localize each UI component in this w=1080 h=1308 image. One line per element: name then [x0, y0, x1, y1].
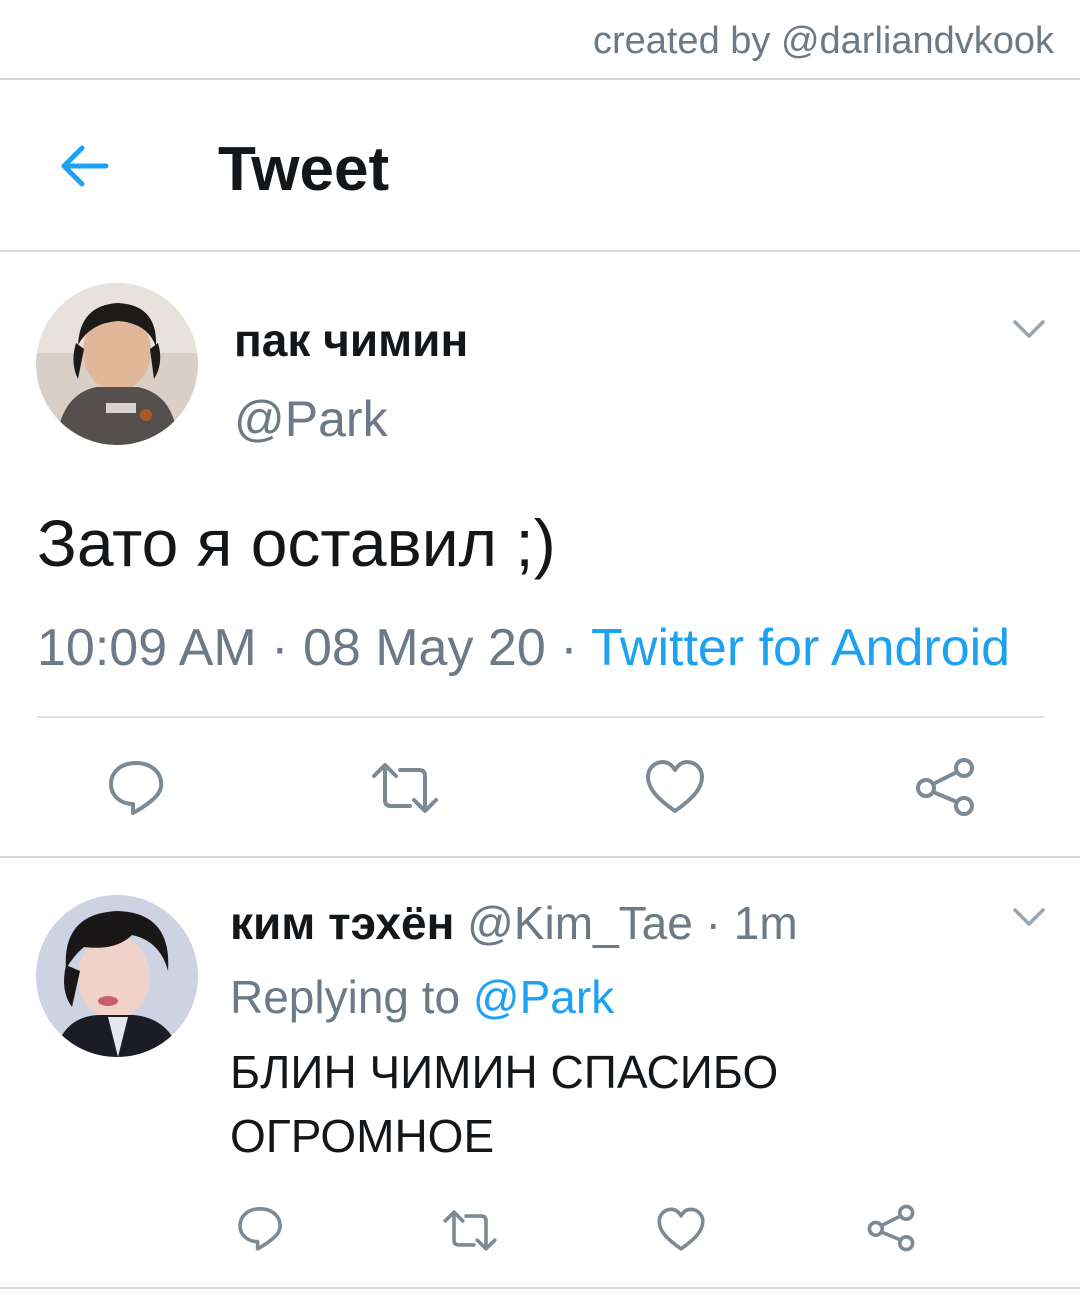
tweet-date: 08 May 20: [302, 619, 546, 677]
retweet-icon[interactable]: [370, 760, 440, 821]
reply-author-handle[interactable]: @Kim_Tae: [467, 897, 693, 949]
tweet-time: 10:09 AM: [37, 619, 257, 677]
retweet-icon[interactable]: [442, 1208, 498, 1258]
meta-separator: ·: [545, 619, 592, 677]
chevron-down-icon[interactable]: [1012, 318, 1046, 340]
divider: [37, 716, 1044, 718]
replying-to: Replying to @Park: [230, 970, 614, 1024]
author-name[interactable]: пак чимин: [234, 313, 468, 367]
share-icon[interactable]: [914, 757, 976, 822]
back-arrow-icon[interactable]: [56, 137, 114, 195]
top-bar: Tweet: [0, 82, 1080, 252]
replying-to-label: Replying to: [230, 971, 473, 1023]
reply-text: БЛИН ЧИМИН СПАСИБО ОГРОМНОЕ: [230, 1040, 930, 1168]
reply-time: 1m: [733, 897, 798, 949]
author-handle[interactable]: @Park: [234, 390, 388, 448]
reply-icon[interactable]: [106, 757, 166, 822]
reply-header: ким тэхён @Kim_Tae · 1m: [230, 896, 798, 950]
credit-text: created by @darliandvkook: [592, 20, 1054, 62]
author-avatar[interactable]: [36, 283, 198, 445]
like-icon[interactable]: [644, 758, 706, 821]
meta-separator: ·: [256, 619, 303, 677]
divider: [0, 856, 1080, 858]
share-icon[interactable]: [866, 1204, 916, 1257]
reply-text-line: ОГРОМНОЕ: [230, 1110, 495, 1162]
reply-text-line: БЛИН ЧИМИН СПАСИБО: [230, 1046, 779, 1098]
reply-icon[interactable]: [236, 1204, 284, 1257]
chevron-down-icon[interactable]: [1012, 906, 1046, 928]
divider: [0, 1287, 1080, 1289]
credit-bar: created by @darliandvkook: [0, 0, 1080, 80]
reply-author-avatar[interactable]: [36, 895, 198, 1057]
tweet-text: Зато я оставил ;): [37, 506, 556, 580]
like-icon[interactable]: [656, 1206, 706, 1258]
page-title: Tweet: [218, 135, 390, 204]
tweet-meta: 10:09 AM · 08 May 20 · Twitter for Andro…: [37, 618, 1010, 678]
tweet-source-link[interactable]: Twitter for Android: [591, 619, 1010, 677]
replying-to-mention[interactable]: @Park: [473, 971, 614, 1023]
reply-author-name[interactable]: ким тэхён: [230, 897, 454, 949]
meta-separator: ·: [692, 897, 734, 949]
